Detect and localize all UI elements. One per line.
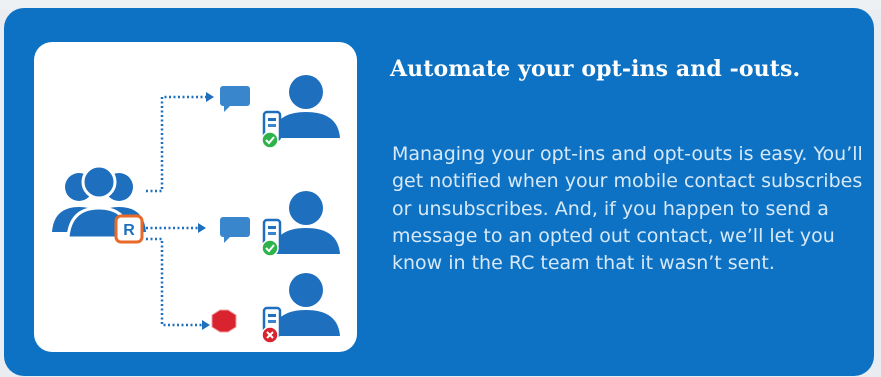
arrowhead-middle-icon bbox=[198, 223, 206, 233]
message-bubble-top-icon bbox=[220, 86, 250, 112]
check-badge-top-icon bbox=[261, 131, 279, 149]
contact-person-bottom-icon bbox=[272, 273, 340, 336]
x-badge-bottom-icon bbox=[261, 326, 279, 344]
contact-person-middle-icon bbox=[272, 191, 340, 254]
opt-in-diagram: R bbox=[52, 75, 340, 344]
check-badge-middle-icon bbox=[261, 239, 279, 257]
feature-title: Automate your opt-ins and -outs. bbox=[390, 56, 801, 82]
feature-card: R Automate your opt-ins and -outs. Manag… bbox=[4, 8, 874, 376]
connector-top-path bbox=[146, 95, 206, 193]
connector-bottom-path bbox=[146, 237, 202, 327]
arrowhead-bottom-icon bbox=[202, 320, 210, 330]
message-bubble-middle-icon bbox=[220, 217, 250, 243]
arrowhead-top-icon bbox=[206, 92, 214, 102]
rc-logo-letter: R bbox=[123, 222, 135, 239]
rc-logo-icon: R bbox=[114, 214, 144, 244]
contact-person-top-icon bbox=[272, 75, 340, 138]
feature-description: Managing your opt-ins and opt-outs is ea… bbox=[392, 143, 863, 275]
illustration-panel: R bbox=[34, 42, 357, 352]
stop-sign-icon bbox=[211, 309, 237, 333]
